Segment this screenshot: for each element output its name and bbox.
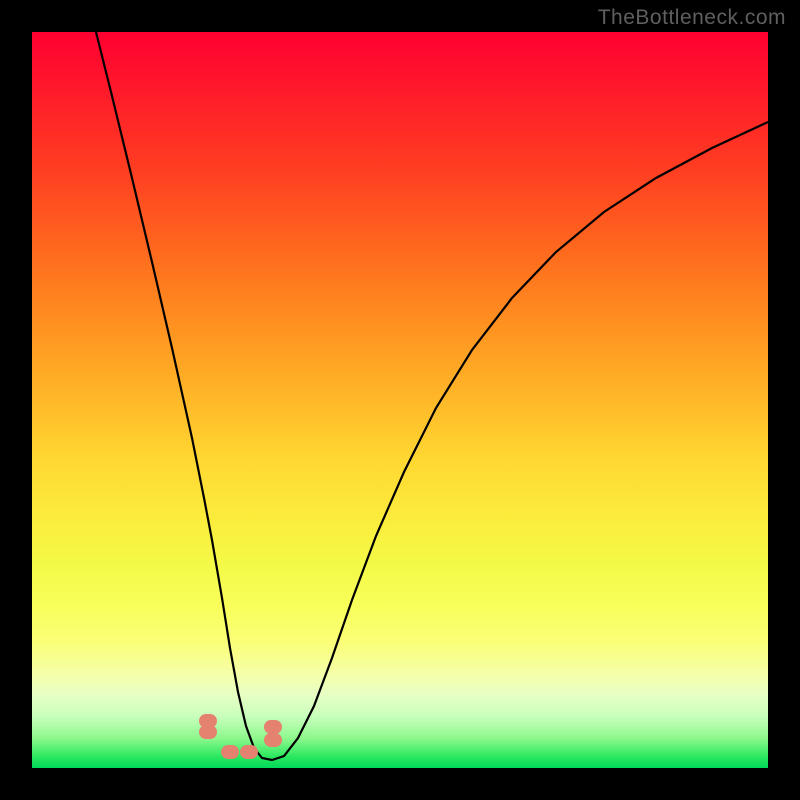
chart-svg bbox=[32, 32, 768, 768]
curve-marker bbox=[199, 725, 217, 739]
chart-frame: TheBottleneck.com bbox=[0, 0, 800, 800]
curve-marker bbox=[264, 720, 282, 734]
curve-marker bbox=[240, 745, 258, 759]
marker-layer bbox=[199, 714, 282, 759]
curve-marker bbox=[221, 745, 239, 759]
watermark-text: TheBottleneck.com bbox=[598, 6, 786, 30]
curve-marker bbox=[264, 733, 282, 747]
bottleneck-curve bbox=[96, 32, 768, 760]
